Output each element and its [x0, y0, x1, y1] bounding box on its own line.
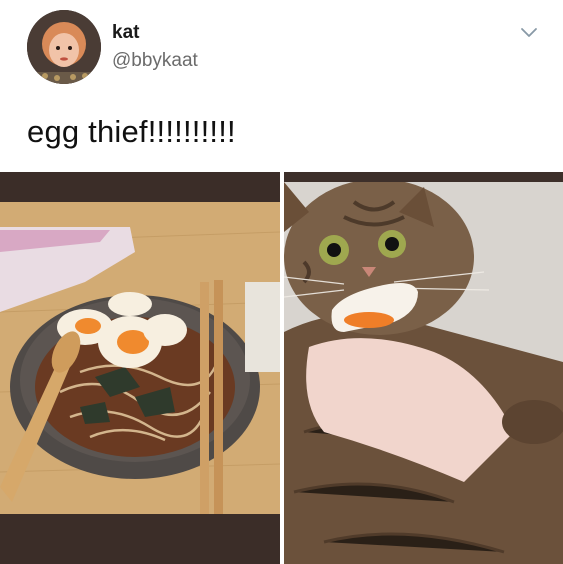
media-image-noodle-bowl[interactable]	[0, 172, 280, 564]
avatar[interactable]	[27, 10, 101, 84]
tweet-header: kat @bbykaat	[0, 0, 563, 100]
media-image-cat-with-egg[interactable]	[284, 172, 563, 564]
chevron-down-icon[interactable]	[518, 22, 540, 44]
user-handle[interactable]: @bbykaat	[112, 50, 198, 72]
display-name[interactable]: kat	[112, 22, 139, 44]
tweet-text: egg thief!!!!!!!!!!	[27, 114, 236, 149]
